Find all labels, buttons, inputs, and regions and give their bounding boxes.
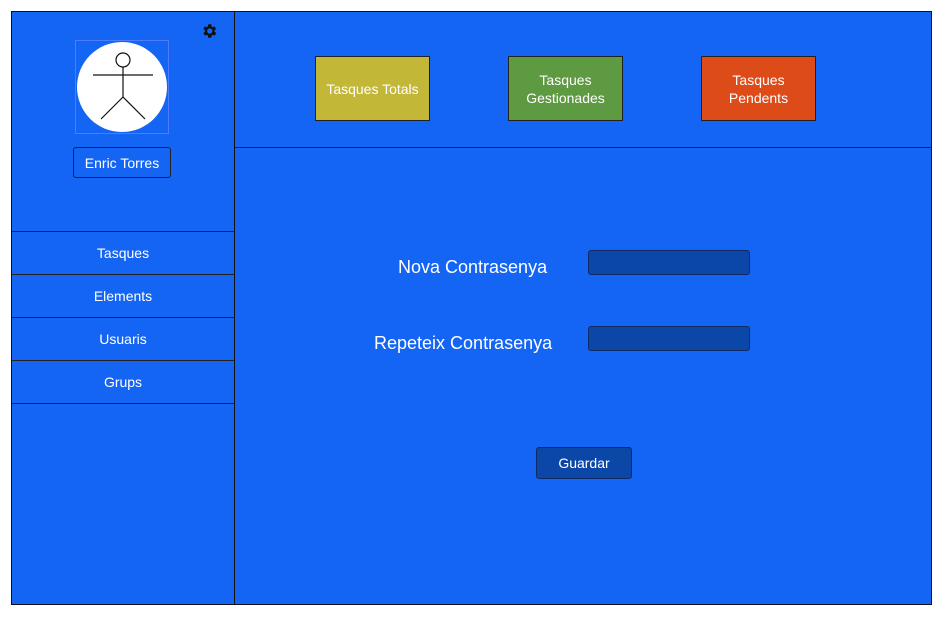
stats-header: Tasques Totals Tasques Gestionades Tasqu… — [235, 12, 931, 148]
new-password-input[interactable] — [588, 250, 750, 275]
managed-tasks-card[interactable]: Tasques Gestionades — [508, 56, 623, 121]
sidebar-item-usuaris[interactable]: Usuaris — [12, 317, 234, 360]
sidebar-item-elements[interactable]: Elements — [12, 274, 234, 317]
sidebar: Enric Torres Tasques Elements Usuaris Gr… — [12, 12, 235, 604]
sidebar-item-grups[interactable]: Grups — [12, 360, 234, 404]
repeat-password-label: Repeteix Contrasenya — [374, 333, 553, 353]
app-frame: Enric Torres Tasques Elements Usuaris Gr… — [11, 11, 932, 605]
pending-tasks-card[interactable]: Tasques Pendents — [701, 56, 816, 121]
new-password-label: Nova Contrasenya — [398, 257, 548, 277]
repeat-password-input[interactable] — [588, 326, 750, 351]
user-name-button[interactable]: Enric Torres — [73, 147, 171, 178]
user-avatar-icon[interactable] — [77, 42, 167, 132]
total-tasks-card[interactable]: Tasques Totals — [315, 56, 430, 121]
sidebar-menu: Tasques Elements Usuaris Grups — [12, 231, 234, 404]
save-button[interactable]: Guardar — [536, 447, 632, 479]
gear-icon[interactable] — [200, 22, 218, 40]
sidebar-item-tasques[interactable]: Tasques — [12, 231, 234, 274]
